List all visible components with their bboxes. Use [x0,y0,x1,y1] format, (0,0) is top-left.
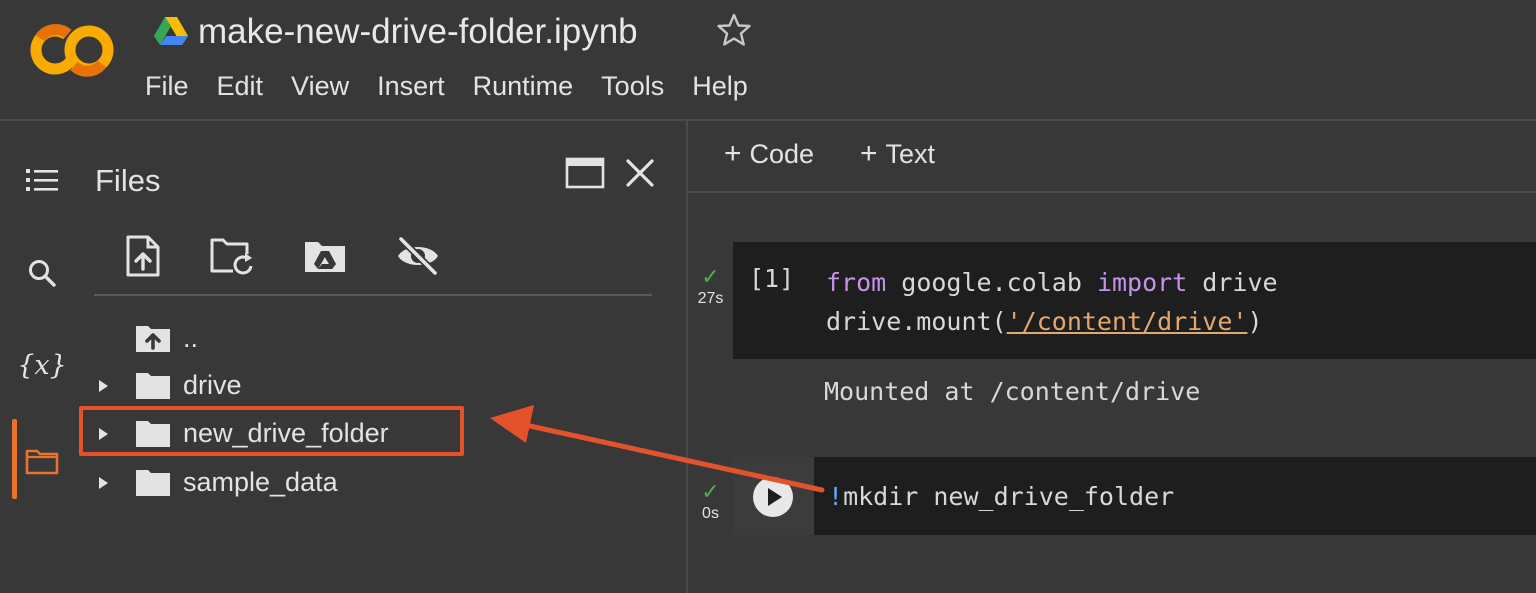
upload-file-button[interactable] [118,231,168,281]
tree-item-name: sample_data [183,467,338,497]
code-cell[interactable]: [1] from google.colab import drive drive.… [733,242,1536,359]
tree-item-name: drive [183,370,242,400]
variables-button[interactable]: {x} [14,337,70,393]
code-token: import [1096,268,1188,297]
refresh-button[interactable] [207,231,257,281]
add-text-label: Text [885,139,936,169]
code-token: mkdir new_drive_folder [843,482,1175,511]
cell-status: ✓ 0s [688,481,733,523]
window-icon [565,157,605,189]
notebook-toolbar: + Code + Text [688,121,1536,193]
caret-right-icon[interactable] [96,378,110,394]
code-line: !mkdir new_drive_folder [828,477,1174,516]
files-panel-title: Files [95,163,161,198]
check-icon: ✓ [701,264,720,289]
code-token: ! [828,482,844,511]
menu-edit[interactable]: Edit [203,71,278,102]
list-icon [26,169,58,191]
tree-item-drive[interactable]: drive [80,364,660,408]
menu-insert[interactable]: Insert [363,71,459,102]
google-drive-icon [154,17,188,45]
notebook-title[interactable]: make-new-drive-folder.ipynb [198,10,638,54]
menu-help[interactable]: Help [678,71,762,102]
search-button[interactable] [14,245,70,301]
code-token: '/content/drive' [1006,307,1248,336]
left-rail: {x} [0,121,80,593]
folder-icon [25,449,59,475]
toggle-hidden-files-button[interactable] [393,231,443,281]
exec-time: 0s [702,505,719,522]
plus-icon: + [860,137,878,170]
caret-right-icon[interactable] [96,475,110,491]
folder-icon [136,373,170,399]
exec-count: [1] [749,264,795,293]
menu-tools[interactable]: Tools [587,71,678,102]
open-in-tab-button[interactable] [563,151,607,195]
search-icon [29,260,56,287]
code-line: drive.mount('/content/drive') [826,302,1278,341]
cell-output: Mounted at /content/drive [824,377,1201,406]
star-icon[interactable] [716,12,752,48]
add-code-label: Code [749,139,815,169]
menu-view[interactable]: View [277,71,363,102]
tree-item-sample-data[interactable]: sample_data [80,461,660,505]
code-token: drive [1187,268,1278,297]
highlight-box [79,406,464,456]
exec-time: 27s [697,290,724,307]
files-button[interactable] [14,433,70,489]
variables-icon: {x} [17,349,67,381]
plus-icon: + [724,137,742,170]
colab-logo[interactable] [28,22,116,78]
folder-icon [136,470,170,496]
drive-folder-icon [305,242,345,272]
menu-runtime[interactable]: Runtime [459,71,588,102]
table-of-contents-button[interactable] [14,152,70,208]
close-panel-button[interactable] [618,151,662,195]
code-line: from google.colab import drive [826,263,1278,302]
code-editor[interactable]: from google.colab import drive drive.moun… [826,263,1278,341]
menu-bar: File Edit View Insert Runtime Tools Help [131,66,762,106]
tree-item-name: .. [183,323,199,353]
folder-up-icon [136,326,170,352]
files-panel: Files .. drive new_drive_folder sample_d… [80,121,686,593]
code-editor[interactable]: !mkdir new_drive_folder [828,477,1174,516]
header: make-new-drive-folder.ipynb File Edit Vi… [0,0,1536,121]
cell-status: ✓ 27s [688,266,733,308]
code-token: google.colab [886,268,1097,297]
add-text-cell-button[interactable]: + Text [860,137,935,171]
check-icon: ✓ [701,479,720,504]
folder-refresh-icon [210,238,253,275]
add-code-cell-button[interactable]: + Code [724,137,814,171]
code-token: from [826,268,887,297]
panel-divider [94,294,652,296]
upload-file-icon [126,235,160,277]
run-gutter [733,457,814,535]
close-icon [626,159,654,187]
run-cell-button[interactable] [753,477,793,517]
play-icon [768,488,782,506]
tree-item-parent[interactable]: .. [80,317,660,361]
code-token: ) [1247,307,1263,336]
eye-off-icon [398,236,438,276]
code-token: drive.mount( [826,307,1007,336]
mount-drive-button[interactable] [300,231,350,281]
code-cell[interactable]: !mkdir new_drive_folder [733,457,1536,535]
colab-window: make-new-drive-folder.ipynb File Edit Vi… [0,0,1536,593]
menu-file[interactable]: File [131,71,203,102]
notebook-area: + Code + Text ✓ 27s [1] from google.colab … [688,121,1536,593]
